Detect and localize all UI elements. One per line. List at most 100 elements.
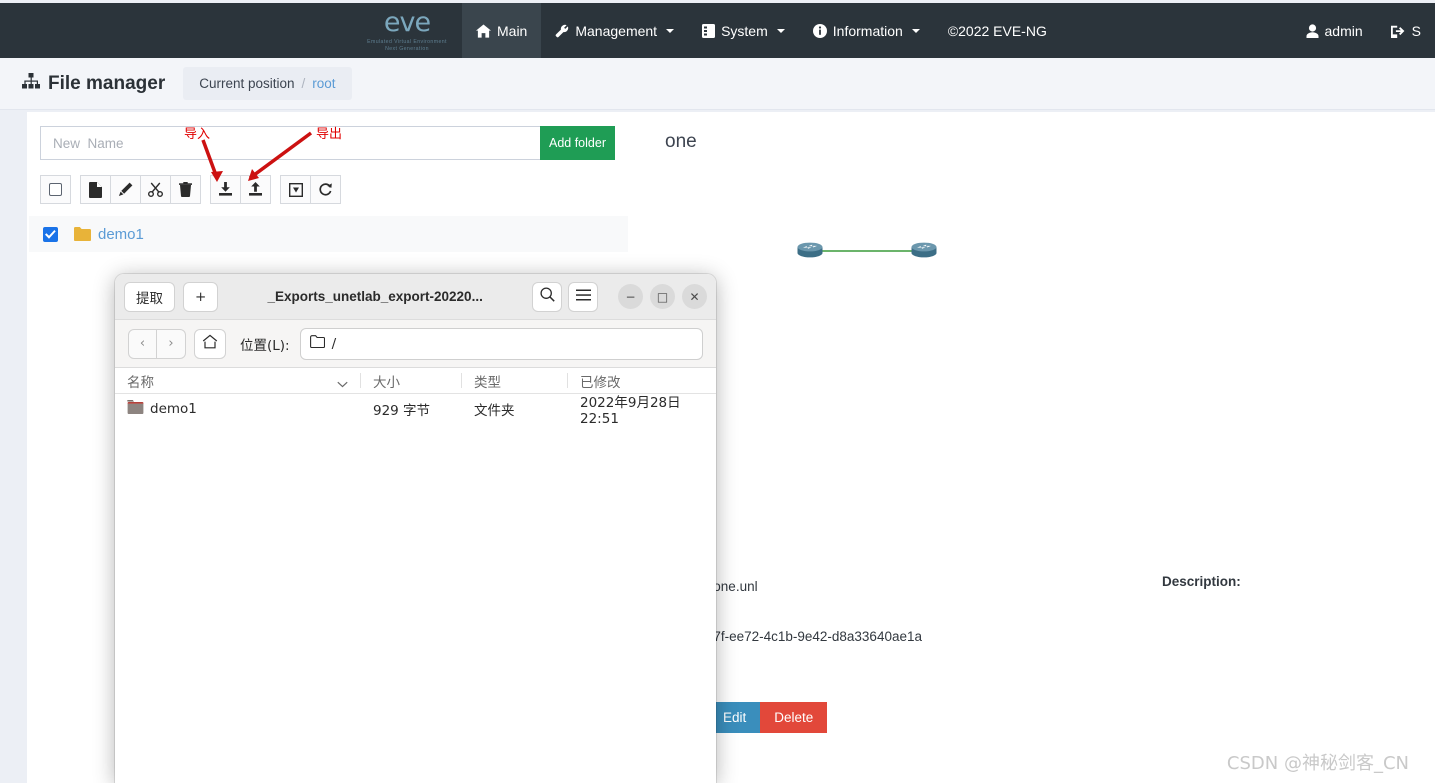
top-navbar: eve Emulated Virtual Environment Next Ge… [0,3,1435,58]
checkbox-empty-icon [49,183,62,196]
pencil-icon [118,182,133,197]
chevron-down-icon [666,28,675,33]
dialog-header-bar: 提取 + _Exports_unetlab_export-20220... − … [115,274,716,320]
sign-out-icon [1390,24,1406,38]
navbar-left-spacer [0,3,352,58]
maximize-button[interactable]: □ [650,284,675,309]
extract-button[interactable]: 提取 [124,281,175,312]
page-title-label: File manager [48,72,166,94]
import-button[interactable] [210,175,241,204]
dialog-file-list: demo1 929 字节 文件夹 2022年9月28日 22:51 [115,394,716,783]
dialog-path-bar: ‹ › 位置(L): / [115,320,716,368]
delete-button[interactable] [170,175,201,204]
add-folder-button[interactable]: Add folder [540,126,615,160]
nav-item-user[interactable]: admin [1292,3,1377,58]
forward-button[interactable]: › [157,328,186,359]
nav-item-information[interactable]: Information [799,3,934,58]
eve-ng-logo[interactable]: eve Emulated Virtual Environment Next Ge… [352,3,462,58]
main-menu-button[interactable] [568,281,598,312]
column-header-name[interactable]: 名称 [115,371,360,391]
user-icon [1306,23,1319,38]
dialog-title: _Exports_unetlab_export-20220... [267,289,483,304]
toolbar-group-edit [80,175,201,204]
dialog-column-headers: 名称 大小 类型 已修改 [115,368,716,394]
cut-button[interactable] [140,175,171,204]
add-files-button[interactable]: + [183,281,219,312]
export-button[interactable] [240,175,271,204]
home-button[interactable] [194,328,226,359]
file-row-name[interactable]: demo1 [98,226,144,243]
lab-description-label: Description: [1162,574,1241,589]
nav-item-main[interactable]: Main [462,3,542,58]
folder-outline-icon [309,335,325,352]
column-header-type[interactable]: 类型 [462,371,567,391]
chevron-down-icon [337,376,348,392]
rename-button[interactable] [110,175,141,204]
close-button[interactable]: ✕ [682,284,707,309]
nav-item-system[interactable]: System [688,3,799,58]
new-folder-row: Add folder [40,126,615,160]
list-item-name: demo1 [150,401,197,417]
list-item-type: 文件夹 [474,403,515,419]
toolbar-group-archive [280,175,341,204]
column-header-size[interactable]: 大小 [361,371,461,391]
table-row[interactable]: demo1 [29,216,628,252]
home-icon [476,23,491,38]
box-arrow-down-icon [288,182,303,197]
nav-item-main-label: Main [497,22,528,39]
column-header-modified[interactable]: 已修改 [568,371,716,391]
check-icon [45,229,56,239]
delete-lab-button[interactable]: Delete [760,702,828,733]
navbar-right-group: admin S [1292,3,1435,58]
search-button[interactable] [532,281,562,312]
select-all-checkbox[interactable] [40,175,71,204]
nav-item-signout-label: S [1411,22,1421,39]
brand-tagline-2: Next Generation [385,46,429,52]
lab-preview-title: one [665,131,697,152]
row-checkbox[interactable] [43,226,58,242]
brand-tagline-1: Emulated Virtual Environment [367,39,447,45]
nav-item-management[interactable]: Management [541,3,688,58]
toolbar-group-select [40,175,71,204]
server-icon [702,23,716,38]
location-label: 位置(L): [240,337,290,354]
scissors-icon [148,182,163,197]
refresh-icon [318,182,333,197]
search-icon [539,287,555,306]
nav-item-information-label: Information [832,22,903,39]
chevron-down-icon [911,28,920,33]
archive-button[interactable] [280,175,311,204]
nav-item-management-label: Management [575,22,658,39]
minimize-button[interactable]: − [618,284,643,309]
folder-icon [74,227,91,241]
nav-item-signout[interactable]: S [1377,3,1435,58]
router-icon[interactable] [797,242,823,258]
new-file-button[interactable] [80,175,111,204]
wrench-icon [555,24,569,38]
location-input[interactable]: / [299,327,703,360]
file-icon [89,181,102,198]
upload-icon [248,182,263,197]
archive-manager-dialog: 提取 + _Exports_unetlab_export-20220... − … [115,274,716,783]
breadcrumb-current[interactable]: root [312,76,335,91]
toolbar-group-transfer [210,175,271,204]
list-item-name-cell: demo1 [115,400,361,418]
list-item[interactable]: demo1 929 字节 文件夹 2022年9月28日 22:51 [115,394,716,427]
location-value: / [331,335,337,352]
back-button[interactable]: ‹ [128,328,157,359]
download-icon [218,182,233,197]
breadcrumb-prefix: Current position [199,76,295,91]
refresh-button[interactable] [310,175,341,204]
list-item-modified: 2022年9月28日 22:51 [580,395,681,427]
new-folder-name-input[interactable] [40,126,540,160]
breadcrumb: Current position / root [183,67,352,100]
trash-icon [179,182,192,197]
home-outline-icon [202,334,218,354]
router-icon[interactable] [911,242,937,258]
page-header: File manager Current position / root [0,58,1435,110]
watermark: CSDN @神秘剑客_CN [1226,753,1409,774]
info-circle-icon [812,23,827,38]
page-title: File manager [22,72,166,95]
breadcrumb-separator: / [301,76,306,91]
folder-icon [127,400,144,418]
